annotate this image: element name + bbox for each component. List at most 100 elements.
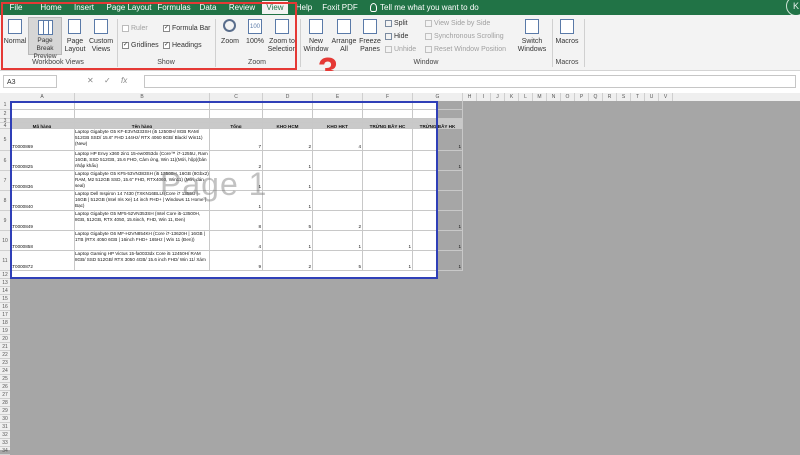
quantity-cell[interactable]: 1 xyxy=(413,129,463,151)
new-window-button[interactable]: New Window xyxy=(302,19,330,54)
product-code-cell[interactable]: LT0000825 xyxy=(10,151,75,171)
row-header-19[interactable]: 19 xyxy=(0,327,10,335)
empty-cell[interactable] xyxy=(263,101,313,110)
product-name-cell[interactable]: Laptop Gigabyte G5 MF5-52VN353SH (Intel … xyxy=(75,211,210,231)
quantity-cell[interactable] xyxy=(363,151,413,171)
column-header-p[interactable]: P xyxy=(575,93,589,101)
quantity-cell[interactable]: 5 xyxy=(313,251,363,271)
row-header-21[interactable]: 21 xyxy=(0,343,10,351)
empty-cell[interactable] xyxy=(313,110,363,119)
account-badge-icon[interactable]: K xyxy=(786,0,800,16)
quantity-cell[interactable]: 1 xyxy=(263,231,313,251)
arrange-all-button[interactable]: Arrange All xyxy=(330,19,358,54)
print-page-area[interactable]: Mã hàng Tên hàng Tổng KHO HCM KHO HKT TRỪNG B… xyxy=(10,101,463,278)
column-header-q[interactable]: Q xyxy=(589,93,603,101)
empty-cell[interactable] xyxy=(413,110,463,119)
column-header-v[interactable]: V xyxy=(659,93,673,101)
quantity-cell[interactable] xyxy=(363,191,413,211)
macros-button[interactable]: Macros xyxy=(554,19,580,46)
row-header-11[interactable]: 11 xyxy=(0,251,10,271)
row-header-5[interactable]: 5 xyxy=(0,129,10,151)
empty-cell[interactable] xyxy=(363,101,413,110)
column-header-e[interactable]: E xyxy=(313,93,363,101)
cancel-icon[interactable]: ✕ xyxy=(87,76,94,85)
fx-icon[interactable]: fx xyxy=(121,76,127,85)
column-header-n[interactable]: N xyxy=(547,93,561,101)
quantity-cell[interactable]: 1 xyxy=(413,211,463,231)
product-name-cell[interactable]: Laptop Dell Inspiron 14 7430 (TXKN16BLU … xyxy=(75,191,210,211)
empty-cell[interactable] xyxy=(263,110,313,119)
quantity-cell[interactable] xyxy=(313,191,363,211)
worksheet[interactable]: ABCDEFGHIJKLMNOPQRSTUV 1 2 3 4 5 6 7 8 9 10 11 12 13… xyxy=(0,93,800,455)
menu-help[interactable]: Help xyxy=(294,1,314,14)
column-header-t[interactable]: T xyxy=(631,93,645,101)
column-header-g[interactable]: G xyxy=(413,93,463,101)
empty-cell[interactable] xyxy=(413,101,463,110)
row-header-25[interactable]: 25 xyxy=(0,375,10,383)
row-header-7[interactable]: 7 xyxy=(0,171,10,191)
quantity-cell[interactable] xyxy=(363,171,413,191)
row-header-22[interactable]: 22 xyxy=(0,351,10,359)
quantity-cell[interactable]: 7 xyxy=(210,129,263,151)
quantity-cell[interactable]: 1 xyxy=(263,191,313,211)
name-box[interactable]: A3 xyxy=(3,75,57,88)
quantity-cell[interactable] xyxy=(413,191,463,211)
row-header-9[interactable]: 9 xyxy=(0,211,10,231)
row-header-18[interactable]: 18 xyxy=(0,319,10,327)
quantity-cell[interactable] xyxy=(363,211,413,231)
enter-icon[interactable]: ✓ xyxy=(104,76,111,85)
empty-cell[interactable] xyxy=(210,101,263,110)
empty-cell[interactable] xyxy=(10,101,75,110)
product-code-cell[interactable]: LT0000836 xyxy=(10,171,75,191)
column-header-m[interactable]: M xyxy=(533,93,547,101)
menu-foxit-pdf[interactable]: Foxit PDF xyxy=(322,1,358,14)
quantity-cell[interactable]: 2 xyxy=(210,151,263,171)
row-header-20[interactable]: 20 xyxy=(0,335,10,343)
quantity-cell[interactable]: 2 xyxy=(263,251,313,271)
row-header-34[interactable]: 34 xyxy=(0,447,10,455)
column-header-o[interactable]: O xyxy=(561,93,575,101)
quantity-cell[interactable]: 8 xyxy=(210,211,263,231)
row-header-8[interactable]: 8 xyxy=(0,191,10,211)
column-header-i[interactable]: I xyxy=(477,93,491,101)
unhide-button[interactable]: Unhide xyxy=(385,45,416,54)
product-code-cell[interactable]: LT0000872 xyxy=(10,251,75,271)
column-header-k[interactable]: K xyxy=(505,93,519,101)
reset-window-position-button[interactable]: Reset Window Position xyxy=(425,45,506,54)
row-header-23[interactable]: 23 xyxy=(0,359,10,367)
quantity-cell[interactable]: 1 xyxy=(263,151,313,171)
row-header-27[interactable]: 27 xyxy=(0,391,10,399)
product-code-cell[interactable]: LT0000840 xyxy=(10,191,75,211)
product-name-cell[interactable]: Laptop Gigabyte G5 KF5-53VN383SH (i5 135… xyxy=(75,171,210,191)
row-header-16[interactable]: 16 xyxy=(0,303,10,311)
product-name-cell[interactable]: Laptop Gigabyte G6 MF-H2VN854KH (Core i7… xyxy=(75,231,210,251)
tell-me-search[interactable]: Tell me what you want to do xyxy=(370,1,479,14)
product-name-cell[interactable]: Laptop Gaming HP Victus 15-fa0033dx Core… xyxy=(75,251,210,271)
quantity-cell[interactable]: 1 xyxy=(413,231,463,251)
column-header-j[interactable]: J xyxy=(491,93,505,101)
quantity-cell[interactable]: 5 xyxy=(263,211,313,231)
view-side-by-side-button[interactable]: View Side by Side xyxy=(425,19,490,28)
switch-windows-button[interactable]: Switch Windows xyxy=(514,19,550,54)
column-header-u[interactable]: U xyxy=(645,93,659,101)
column-header-b[interactable]: B xyxy=(75,93,210,101)
row-header-10[interactable]: 10 xyxy=(0,231,10,251)
row-header-13[interactable]: 13 xyxy=(0,279,10,287)
quantity-cell[interactable]: 1 xyxy=(263,171,313,191)
empty-cell[interactable] xyxy=(75,110,210,119)
product-code-cell[interactable]: LT0000869 xyxy=(10,129,75,151)
empty-cell[interactable] xyxy=(363,110,413,119)
formula-input[interactable] xyxy=(144,75,796,88)
empty-cell[interactable] xyxy=(210,110,263,119)
product-code-cell[interactable]: LT0000849 xyxy=(10,211,75,231)
quantity-cell[interactable]: 2 xyxy=(313,211,363,231)
row-header-1[interactable]: 1 xyxy=(0,101,10,110)
row-header-12[interactable]: 12 xyxy=(0,271,10,279)
row-header-28[interactable]: 28 xyxy=(0,399,10,407)
quantity-cell[interactable]: 9 xyxy=(210,251,263,271)
quantity-cell[interactable] xyxy=(313,151,363,171)
synchronous-scrolling-button[interactable]: Synchronous Scrolling xyxy=(425,32,504,41)
column-header-r[interactable]: R xyxy=(603,93,617,101)
row-header-17[interactable]: 17 xyxy=(0,311,10,319)
quantity-cell[interactable]: 4 xyxy=(210,231,263,251)
